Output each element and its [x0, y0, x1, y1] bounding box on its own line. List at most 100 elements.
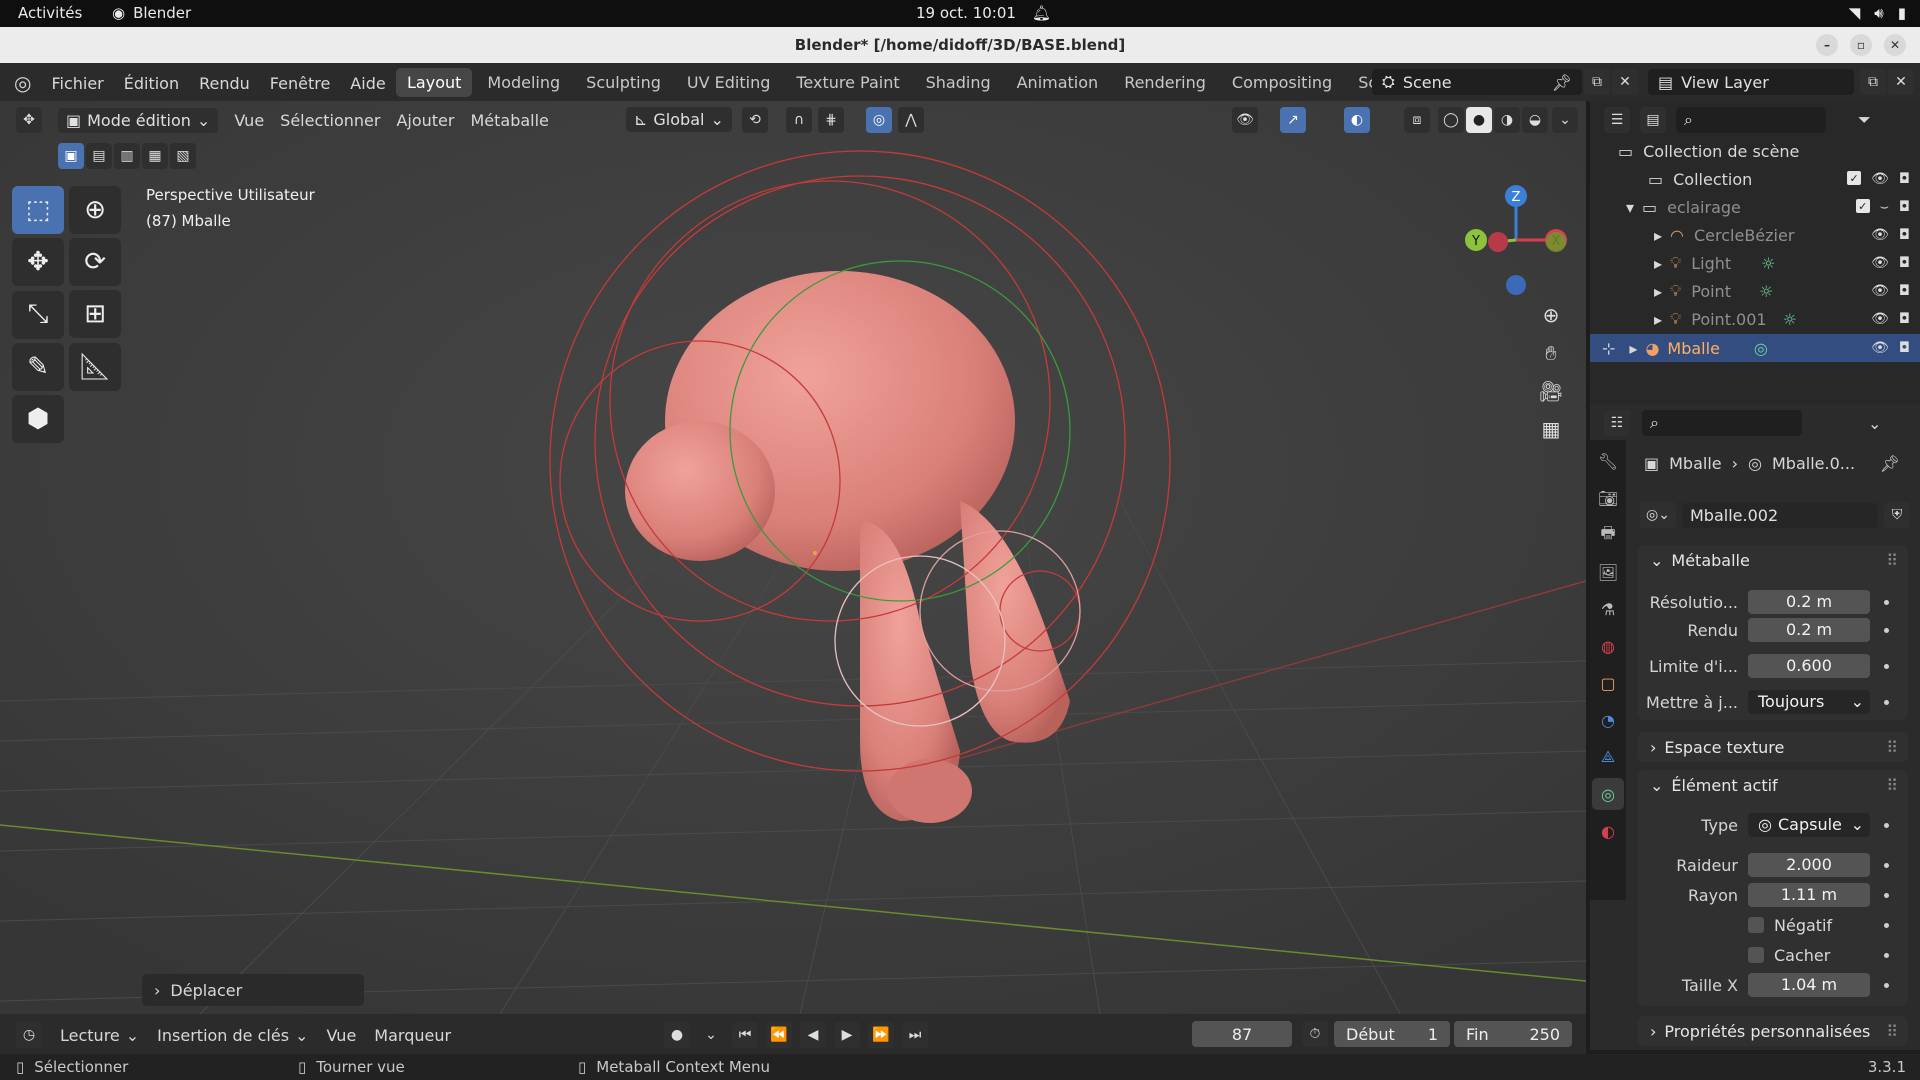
type-dropdown[interactable]: ◎ Capsule ⌄	[1748, 813, 1870, 837]
chevron-right-icon[interactable]: ▸	[1654, 282, 1662, 301]
outliner-row-point-001[interactable]: ▸ 💡︎ Point.001 ☼ 👁︎ ◘	[1590, 305, 1920, 333]
threshold-input[interactable]: 0.600	[1748, 654, 1870, 678]
checkbox-icon[interactable]	[1748, 917, 1764, 933]
timeline-view-menu[interactable]: Vue	[326, 1026, 356, 1045]
play-reverse-icon[interactable]: ◀	[800, 1022, 826, 1048]
transform-orientation-dropdown[interactable]: ⊾ Global ⌄	[626, 107, 732, 132]
modifier-tab-icon[interactable]: ◔	[1592, 704, 1624, 736]
select-new-icon[interactable]: ▣	[58, 143, 84, 169]
keyframe-dot-icon[interactable]	[1884, 862, 1889, 868]
scene-tab-icon[interactable]: ⚗︎	[1592, 593, 1624, 625]
chevron-right-icon[interactable]: ▸	[1629, 339, 1637, 358]
data-tab-icon[interactable]: ◎	[1592, 778, 1624, 810]
new-view-layer-icon[interactable]: ⧉	[1860, 69, 1886, 95]
select-box-tool-icon[interactable]: ⬚	[12, 186, 64, 234]
tab-shading[interactable]: Shading	[915, 68, 1002, 97]
maximize-button[interactable]: ▫	[1850, 34, 1872, 56]
visibility-icon[interactable]: 👁︎	[1232, 107, 1258, 133]
checkbox-icon[interactable]: ✓	[1855, 199, 1870, 213]
keyframe-dot-icon[interactable]	[1884, 952, 1889, 958]
jump-end-icon[interactable]: ⏭	[902, 1022, 928, 1048]
outliner-row-collection[interactable]: ▭ Collection ✓ 👁︎ ◘	[1590, 165, 1920, 193]
keyframe-dot-icon[interactable]	[1884, 599, 1889, 605]
camera-icon[interactable]: 🎥︎	[1538, 378, 1564, 404]
drag-handle-icon[interactable]: ⠿	[1886, 776, 1898, 795]
tab-layout[interactable]: Layout	[396, 68, 473, 97]
material-shading-icon[interactable]: ◑	[1494, 107, 1520, 133]
scene-selector[interactable]: ⛭ Scene 📌︎	[1372, 69, 1582, 95]
hide-checkbox[interactable]: Cacher	[1748, 946, 1870, 965]
update-dropdown[interactable]: Toujours ⌄	[1748, 690, 1870, 714]
world-tab-icon[interactable]: ◍	[1592, 630, 1624, 662]
output-tab-icon[interactable]: 🖶︎	[1592, 519, 1624, 551]
eye-closed-icon[interactable]: ⌣	[1880, 199, 1889, 215]
select-subtract-icon[interactable]: ▥	[114, 143, 140, 169]
system-tray[interactable]: ◥ 🔊︎ ▮	[1849, 4, 1906, 22]
pin-icon[interactable]: 📌︎	[1880, 454, 1900, 473]
keyframe-dot-icon[interactable]	[1884, 699, 1889, 705]
falloff-icon[interactable]: ⋀	[898, 107, 924, 133]
drag-handle-icon[interactable]: ⠿	[1886, 738, 1898, 757]
chevron-right-icon[interactable]: ▸	[1654, 310, 1662, 329]
overlay-toggle-icon[interactable]: ◐	[1344, 107, 1370, 133]
scale-tool-icon[interactable]: ⤡	[12, 290, 64, 339]
blender-logo-icon[interactable]: ◎	[14, 71, 31, 95]
move-tool-icon[interactable]: ✥	[12, 238, 64, 286]
eye-icon[interactable]: 👁︎	[1871, 311, 1889, 327]
playback-menu[interactable]: Lecture ⌄	[60, 1026, 139, 1045]
checkbox-icon[interactable]: ✓	[1847, 171, 1862, 185]
add-cube-tool-icon[interactable]: ⬢	[12, 394, 64, 443]
chevron-right-icon[interactable]: ▸	[1654, 226, 1662, 245]
checkbox-icon[interactable]	[1748, 947, 1764, 963]
metaball-panel-header[interactable]: ⌄ Métaballe ⠿	[1638, 545, 1908, 575]
radius-input[interactable]: 1.11 m	[1748, 883, 1870, 907]
tab-sculpting[interactable]: Sculpting	[575, 68, 672, 97]
outliner-row-mballe[interactable]: ⊹ ▸ ◕ Mballe ◎ 👁︎ ◘	[1590, 334, 1920, 362]
menu-selectionner[interactable]: Sélectionner	[280, 111, 380, 130]
play-icon[interactable]: ▶	[834, 1022, 860, 1048]
negative-checkbox[interactable]: Négatif	[1748, 916, 1870, 935]
pin-icon[interactable]: 📌︎	[1552, 73, 1572, 92]
3d-viewport[interactable]	[0, 101, 1586, 1014]
tab-modeling[interactable]: Modeling	[476, 68, 571, 97]
xray-toggle-icon[interactable]: ⧈	[1404, 107, 1430, 133]
editor-type-icon[interactable]: ✥	[16, 107, 42, 133]
keyframe-dot-icon[interactable]	[1884, 627, 1889, 633]
eye-icon[interactable]: 👁︎	[1871, 340, 1889, 356]
minimize-button[interactable]: –	[1816, 34, 1838, 56]
mode-dropdown[interactable]: ▣ Mode édition ⌄	[58, 107, 219, 133]
wireframe-shading-icon[interactable]: ◯	[1438, 107, 1464, 133]
transform-tool-icon[interactable]: ⊞	[69, 290, 122, 338]
drag-handle-icon[interactable]: ⠿	[1886, 1022, 1898, 1041]
keyframe-dot-icon[interactable]	[1884, 982, 1889, 988]
datablock-selector[interactable]: ◎⌄ Mballe.002 ⛨	[1640, 502, 1910, 528]
fake-user-shield-icon[interactable]: ⛨	[1884, 502, 1910, 528]
camera-icon[interactable]: ◘	[1899, 199, 1910, 215]
eye-icon[interactable]: 👁︎	[1871, 171, 1889, 187]
marker-menu[interactable]: Marqueur	[374, 1026, 451, 1045]
menu-vue[interactable]: Vue	[234, 111, 264, 130]
snap-icon[interactable]: ∩	[786, 107, 812, 133]
filter-icon[interactable]: ⏷	[1858, 110, 1871, 130]
proportional-edit-icon[interactable]: ◎	[866, 107, 892, 133]
rotate-tool-icon[interactable]: ⟳	[69, 238, 122, 286]
drag-handle-icon[interactable]: ⠿	[1886, 551, 1898, 570]
edit-mode-icon[interactable]: ⊹	[1602, 339, 1615, 358]
end-frame-input[interactable]: Fin 250	[1454, 1021, 1572, 1047]
outliner-editor-icon[interactable]: ☰	[1604, 107, 1630, 133]
properties-search-input[interactable]: ⌕	[1642, 410, 1802, 436]
keyframe-dot-icon[interactable]	[1884, 892, 1889, 898]
chevron-down-icon[interactable]: ▾	[1626, 198, 1634, 217]
chevron-down-icon[interactable]: ⌄	[1868, 414, 1881, 433]
eye-icon[interactable]: 👁︎	[1871, 227, 1889, 243]
constraint-tab-icon[interactable]: ⟁	[1592, 741, 1624, 773]
datablock-name-field[interactable]: Mballe.002	[1682, 502, 1878, 528]
camera-icon[interactable]: ◘	[1899, 283, 1910, 299]
eye-icon[interactable]: 👁︎	[1871, 255, 1889, 271]
menu-rendu[interactable]: Rendu	[199, 74, 250, 93]
custom-properties-panel[interactable]: › Propriétés personnalisées ⠿	[1638, 1016, 1908, 1046]
outliner-scene-collection[interactable]: ▭ Collection de scène	[1590, 137, 1920, 165]
view-layer-tab-icon[interactable]: 🖼︎	[1592, 556, 1624, 588]
new-scene-icon[interactable]: ⧉	[1584, 69, 1610, 95]
pivot-point-icon[interactable]: ⟲	[742, 107, 768, 133]
